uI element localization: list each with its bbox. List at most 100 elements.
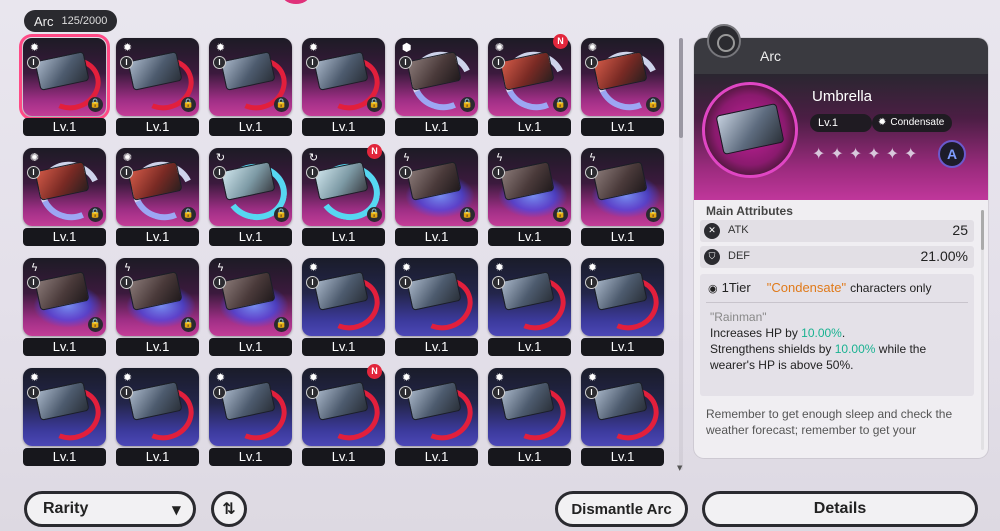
bolt-icon: ϟ — [216, 261, 225, 274]
tier-badge: I — [492, 166, 505, 179]
cycle-icon: ↻ — [215, 151, 226, 164]
arc-card[interactable]: ✹ I 🔒 Lv.1 — [297, 34, 390, 144]
arc-level: Lv.1 — [810, 114, 872, 132]
arc-level-label: Lv.1 — [209, 338, 292, 356]
tier-badge: I — [213, 386, 226, 399]
gear-icon: ✹ — [587, 261, 598, 274]
rarity-filter-button[interactable]: Rarity ▼ — [24, 491, 196, 527]
arc-card-tile: ✺ I 🔒 — [116, 148, 199, 226]
effect-condition: "Condensate" — [766, 280, 847, 295]
arc-card[interactable]: ✹ I Lv.1 — [390, 254, 483, 364]
tier-badge: I — [399, 386, 412, 399]
arc-card[interactable]: ϟ I 🔒 Lv.1 — [483, 144, 576, 254]
arc-card[interactable]: ✺ I 🔒 Lv.1 — [111, 144, 204, 254]
grid-scrollbar[interactable] — [679, 38, 683, 470]
arc-card[interactable]: ↻ I 🔒 N Lv.1 — [297, 144, 390, 254]
bolt-icon: ϟ — [123, 261, 132, 274]
new-badge: N — [367, 364, 382, 379]
detail-scrollbar[interactable] — [981, 210, 984, 450]
tier-badge: I — [213, 166, 226, 179]
arc-level-label: Lv.1 — [395, 338, 478, 356]
effect-condition-rest: characters only — [850, 281, 932, 295]
arc-card[interactable]: ✹ I 🔒 Lv.1 — [204, 34, 297, 144]
arc-card[interactable]: ϟ I 🔒 Lv.1 — [204, 254, 297, 364]
arc-card[interactable]: ϟ I 🔒 Lv.1 — [111, 254, 204, 364]
sort-order-button[interactable]: ⇅ — [211, 491, 247, 527]
arc-card[interactable]: ϟ I 🔒 Lv.1 — [18, 254, 111, 364]
lock-icon: 🔒 — [646, 97, 661, 112]
star-rating: ✦✦✦✦✦✦ — [812, 144, 923, 163]
lock-icon: 🔒 — [553, 207, 568, 222]
tier-badge: I — [492, 276, 505, 289]
tier-icon: ◉ — [708, 282, 718, 295]
arc-card[interactable]: ✹ I Lv.1 — [204, 364, 297, 472]
arc-level-label: Lv.1 — [302, 448, 385, 466]
bolt-icon: ϟ — [588, 151, 597, 164]
chevron-down-icon: ▼ — [171, 503, 181, 517]
tier-badge: I — [27, 386, 40, 399]
arc-level-label: Lv.1 — [209, 118, 292, 136]
arc-art — [715, 102, 785, 156]
effect-tier: 1Tier — [721, 280, 751, 295]
bolt-icon: ϟ — [402, 151, 411, 164]
tier-badge: I — [585, 276, 598, 289]
arc-card[interactable]: ✹ I Lv.1 — [18, 364, 111, 472]
tier-badge: I — [306, 166, 319, 179]
tier-badge: I — [492, 56, 505, 69]
arc-card[interactable]: ✹ I 🔒 Lv.1 — [111, 34, 204, 144]
arc-card[interactable]: ✹ I Lv.1 — [576, 254, 669, 364]
details-button[interactable]: Details — [702, 491, 978, 527]
arc-level-label: Lv.1 — [581, 118, 664, 136]
inventory-header: Arc 125/2000 — [24, 10, 118, 32]
arc-card-tile: ϟ I 🔒 — [23, 258, 106, 336]
arc-level-label: Lv.1 — [488, 338, 571, 356]
detail-scroll-thumb[interactable] — [981, 210, 984, 250]
arc-card[interactable]: ✹ I Lv.1 — [111, 364, 204, 472]
arc-card[interactable]: ⬢ I 🔒 Lv.1 — [390, 34, 483, 144]
arc-level-label: Lv.1 — [395, 228, 478, 246]
arc-card[interactable]: ✹ I N Lv.1 — [297, 364, 390, 472]
arc-card-tile: ✹ I — [116, 368, 199, 446]
dismantle-arc-button[interactable]: Dismantle Arc — [555, 491, 688, 527]
arc-card[interactable]: ✹ I 🔒 Lv.1 — [18, 34, 111, 144]
arc-level-label: Lv.1 — [23, 118, 106, 136]
arc-card[interactable]: ✹ I Lv.1 — [297, 254, 390, 364]
arc-level-label: Lv.1 — [302, 118, 385, 136]
grid-scroll-thumb[interactable] — [679, 38, 683, 138]
detail-body: Main Attributes ✕ ATK 25 ⛉ DEF 21.00% ◉ 1… — [694, 200, 988, 458]
tier-badge: I — [306, 56, 319, 69]
arc-level-label: Lv.1 — [116, 448, 199, 466]
inventory-title: Arc — [34, 13, 54, 29]
effect-line-1-value: 10.00% — [801, 326, 842, 340]
gear-icon: ✹ — [587, 371, 598, 384]
arc-card-tile: ✹ I 🔒 — [209, 38, 292, 116]
attribute-name: DEF — [728, 250, 750, 262]
arc-card-tile: ✹ I 🔒 — [19, 34, 110, 120]
arc-card-tile: ϟ I 🔒 — [581, 148, 664, 226]
arc-card[interactable]: ✺ I 🔒 N Lv.1 — [483, 34, 576, 144]
arc-card-tile: ↻ I 🔒 — [209, 148, 292, 226]
arc-card[interactable]: ✺ I 🔒 Lv.1 — [18, 144, 111, 254]
arc-card[interactable]: ✹ I Lv.1 — [390, 364, 483, 472]
arc-card[interactable]: ✹ I Lv.1 — [483, 364, 576, 472]
tier-badge: I — [306, 386, 319, 399]
gear-icon: ✹ — [494, 371, 505, 384]
arc-card[interactable]: ϟ I 🔒 Lv.1 — [390, 144, 483, 254]
arc-card-tile: ✹ I — [23, 368, 106, 446]
attribute-row-def: ⛉ DEF 21.00% — [700, 246, 974, 268]
arc-card[interactable]: ✺ I 🔒 Lv.1 — [576, 34, 669, 144]
swirl-icon: ✺ — [494, 41, 505, 54]
effect-line-2: Strengthens shields by 10.00% while the — [710, 342, 926, 356]
arc-level-label: Lv.1 — [488, 448, 571, 466]
arc-card[interactable]: ↻ I 🔒 Lv.1 — [204, 144, 297, 254]
arc-card-tile: ✹ I — [581, 368, 664, 446]
arc-card[interactable]: ✹ I Lv.1 — [576, 364, 669, 472]
arc-level-label: Lv.1 — [116, 228, 199, 246]
lock-icon: 🔒 — [274, 97, 289, 112]
gear-icon: ✹ — [29, 371, 40, 384]
gear-icon: ✹ — [494, 261, 505, 274]
arc-level-label: Lv.1 — [581, 448, 664, 466]
arc-card-tile: ✹ I — [302, 258, 385, 336]
arc-card[interactable]: ✹ I Lv.1 — [483, 254, 576, 364]
arc-card[interactable]: ϟ I 🔒 Lv.1 — [576, 144, 669, 254]
